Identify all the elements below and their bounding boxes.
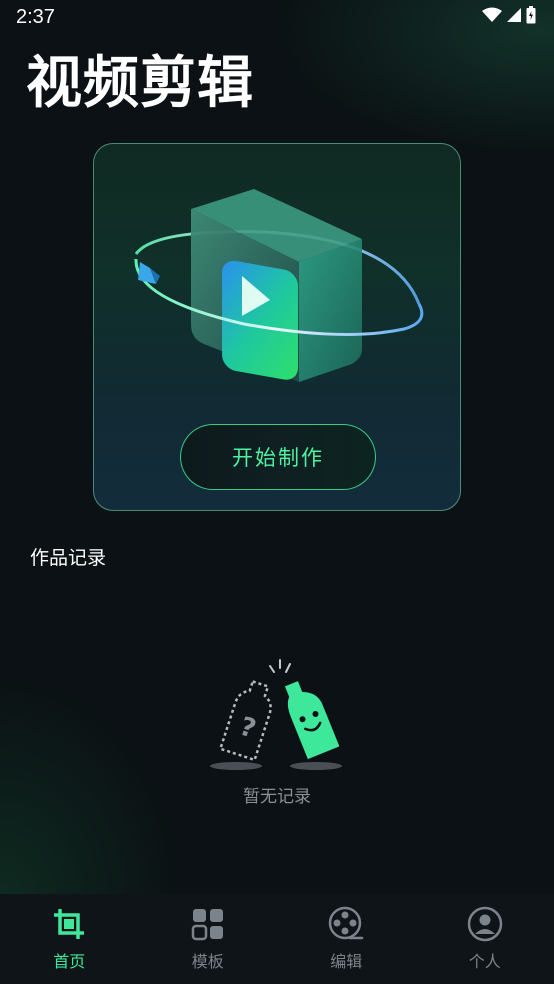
- wifi-icon: [482, 7, 502, 27]
- nav-item-templates[interactable]: 模板: [139, 894, 278, 984]
- status-bar: 2:37: [0, 0, 554, 34]
- nav-label-edit: 编辑: [330, 952, 363, 971]
- bottom-nav: 首页 模板 编辑 个人: [0, 894, 554, 984]
- nav-item-home[interactable]: 首页: [0, 894, 139, 984]
- empty-records-text: 暂无记录: [243, 787, 311, 807]
- hero-card: 开始制作: [93, 143, 461, 511]
- status-time: 2:37: [16, 5, 55, 28]
- status-icons: [482, 6, 536, 28]
- crop-icon: [51, 906, 87, 942]
- nav-label-profile: 个人: [468, 952, 501, 971]
- signal-icon: [506, 7, 522, 27]
- nav-item-profile[interactable]: 个人: [416, 894, 554, 984]
- video-cube-illustration: [134, 189, 424, 382]
- nav-item-edit[interactable]: 编辑: [277, 894, 416, 984]
- battery-icon: [526, 6, 536, 28]
- person-icon: [467, 906, 503, 942]
- film-reel-icon: [328, 906, 364, 942]
- start-creating-button[interactable]: 开始制作: [180, 424, 376, 490]
- page-title: 视频剪辑: [26, 51, 254, 116]
- svg-text:?: ?: [236, 712, 260, 745]
- grid-icon: [190, 906, 226, 942]
- nav-label-home: 首页: [53, 952, 86, 971]
- works-record-title: 作品记录: [30, 547, 107, 569]
- empty-records-illustration: ?: [210, 659, 342, 770]
- nav-label-templates: 模板: [191, 952, 224, 971]
